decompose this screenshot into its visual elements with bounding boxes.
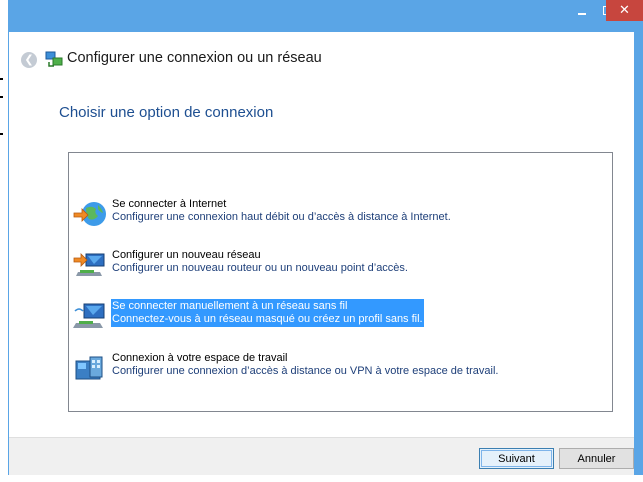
option-title: Se connecter manuellement à un réseau sa… <box>112 300 348 312</box>
option-title: Configurer un nouveau réseau <box>112 249 261 261</box>
wireless-network-icon <box>73 303 105 328</box>
option-description: Connectez-vous à un réseau masqué ou cré… <box>112 313 423 325</box>
workplace-vpn-icon <box>75 356 103 380</box>
option-description: Configurer une connexion d’accès à dista… <box>112 365 499 377</box>
network-setup-icon <box>45 51 63 67</box>
title-bar[interactable]: ✕ <box>8 0 643 32</box>
back-arrow-button[interactable]: ❮ <box>21 52 37 68</box>
dialog-window: ✕ ❮ Configurer une connexion ou un résea… <box>8 0 643 475</box>
option-title: Connexion à votre espace de travail <box>112 352 288 364</box>
option-description: Configurer un nouveau routeur ou un nouv… <box>112 262 408 274</box>
navigation-bar: ❮ Configurer une connexion ou un réseau <box>9 32 634 82</box>
window-title: Configurer une connexion ou un réseau <box>67 50 322 66</box>
cancel-button[interactable]: Annuler <box>559 448 634 469</box>
footer-bar: Suivant Annuler <box>9 437 634 475</box>
close-icon: ✕ <box>619 3 630 18</box>
option-title: Se connecter à Internet <box>112 198 227 210</box>
close-button[interactable]: ✕ <box>606 0 643 21</box>
left-desktop-edge <box>0 0 8 482</box>
connection-options-list[interactable]: Se connecter à Internet Configurer une c… <box>68 152 613 412</box>
minimize-icon <box>578 12 586 15</box>
option-description: Configurer une connexion haut débit ou d… <box>112 211 451 223</box>
minimize-button[interactable] <box>569 0 595 21</box>
new-network-icon <box>73 253 105 276</box>
dialog-content: ❮ Configurer une connexion ou un réseau … <box>9 32 634 475</box>
page-heading: Choisir une option de connexion <box>59 104 274 121</box>
globe-internet-icon <box>73 202 106 226</box>
next-button[interactable]: Suivant <box>479 448 554 469</box>
